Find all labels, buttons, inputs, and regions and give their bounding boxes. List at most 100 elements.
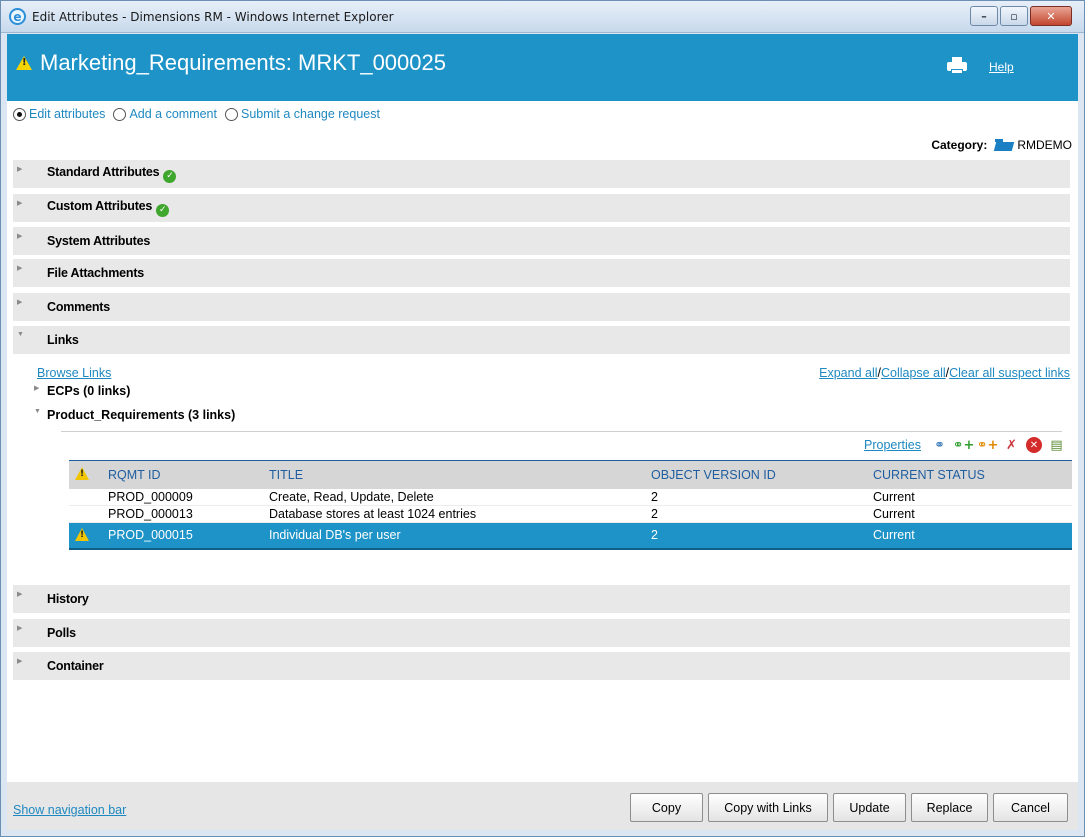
suspect-cell (69, 522, 102, 550)
window-title: Edit Attributes - Dimensions RM - Window… (32, 9, 394, 24)
collapse-all-link[interactable]: Collapse all (881, 366, 946, 380)
links-panel: Browse Links Expand all/Collapse all/Cle… (13, 356, 1072, 581)
radio-label-edit-attributes[interactable]: Edit attributes (29, 107, 105, 121)
section-label: Container (47, 659, 104, 673)
table-row-selected[interactable]: PROD_000015 Individual DB's per user 2 C… (69, 522, 1072, 550)
section-label: Custom Attributes ✓ (47, 199, 170, 217)
folder-icon (995, 139, 1013, 151)
replace-button[interactable]: Replace (911, 793, 988, 822)
remove-link-icon[interactable]: ✗ (1002, 436, 1021, 454)
expand-arrow-icon: ▶ (17, 299, 23, 306)
section-label: System Attributes (47, 234, 151, 248)
status-cell: Current (867, 505, 1072, 523)
suspect-cell (69, 488, 102, 506)
show-navigation-bar-link[interactable]: Show navigation bar (13, 803, 126, 817)
column-header-rqmt-id[interactable]: RQMT ID (102, 460, 263, 489)
maximize-button[interactable]: ▫ (1000, 6, 1028, 26)
section-system-attributes[interactable]: ▶ System Attributes (13, 227, 1070, 257)
section-label: Polls (47, 626, 76, 640)
version-cell: 2 (645, 505, 867, 523)
window-titlebar: e Edit Attributes - Dimensions RM - Wind… (1, 1, 1084, 33)
expand-arrow-icon: ▶ (17, 200, 23, 207)
section-label: File Attachments (47, 266, 145, 280)
link-group-product-requirements[interactable]: ▼ Product_Requirements (3 links) (34, 408, 236, 422)
mode-selector: Edit attributes Add a comment Submit a c… (9, 107, 384, 121)
category-label: Category: (931, 138, 988, 152)
section-comments[interactable]: ▶ Comments (13, 293, 1070, 323)
expand-arrow-icon: ▶ (17, 625, 23, 632)
suspect-cell (69, 505, 102, 523)
copy-with-links-button[interactable]: Copy with Links (708, 793, 828, 822)
expand-arrow-icon: ▶ (17, 265, 23, 272)
page-content: Marketing_Requirements: MRKT_000025 Help… (7, 34, 1078, 830)
properties-link[interactable]: Properties (864, 438, 921, 452)
section-custom-attributes[interactable]: ▶ Custom Attributes ✓ (13, 194, 1070, 224)
footer-buttons: Copy Copy with Links Update Replace Canc… (630, 793, 1068, 822)
table-row[interactable]: PROD_000013 Database stores at least 102… (69, 505, 1072, 523)
expand-arrow-icon: ▶ (17, 591, 23, 598)
links-toolbar: Properties ⚭ ⚭+ ⚭+ ✗ ✕ ▤ (864, 436, 1066, 454)
expand-arrow-icon: ▶ (17, 658, 23, 665)
ie-icon: e (9, 8, 26, 25)
collapse-arrow-icon: ▼ (34, 408, 41, 415)
rqmt-id-cell: PROD_000009 (102, 488, 263, 506)
link-icon[interactable]: ⚭ (930, 436, 949, 454)
page-header: Marketing_Requirements: MRKT_000025 Help (7, 34, 1078, 101)
footer-bar: Show navigation bar Copy Copy with Links… (7, 782, 1078, 830)
column-header-title[interactable]: TITLE (263, 460, 645, 489)
link-group-label: Product_Requirements (3 links) (47, 408, 236, 422)
section-file-attachments[interactable]: ▶ File Attachments (13, 259, 1070, 289)
table-row[interactable]: PROD_000009 Create, Read, Update, Delete… (69, 488, 1072, 506)
suspect-column-header (69, 460, 102, 489)
radio-submit-change-request[interactable] (224, 107, 238, 121)
status-cell: Current (867, 488, 1072, 506)
section-standard-attributes[interactable]: ▶ Standard Attributes ✓ (13, 160, 1070, 190)
notepad-icon[interactable]: ▤ (1047, 436, 1066, 454)
copy-button[interactable]: Copy (630, 793, 703, 822)
section-history[interactable]: ▶ History (13, 585, 1070, 615)
links-table: RQMT ID TITLE OBJECT VERSION ID CURRENT … (69, 460, 1072, 550)
section-container[interactable]: ▶ Container (13, 652, 1070, 682)
add-link-icon[interactable]: ⚭+ (953, 436, 975, 454)
expand-all-link[interactable]: Expand all (819, 366, 877, 380)
expand-arrow-icon: ▶ (17, 233, 23, 240)
check-icon: ✓ (156, 204, 170, 217)
page-title-text: Marketing_Requirements: MRKT_000025 (40, 50, 446, 75)
section-links[interactable]: ▼ Links (13, 326, 1070, 356)
rqmt-id-cell: PROD_000015 (102, 522, 263, 550)
radio-edit-attributes[interactable] (13, 107, 26, 121)
minimize-button[interactable]: – (970, 6, 998, 26)
radio-label-add-comment[interactable]: Add a comment (129, 107, 217, 121)
radio-add-comment[interactable] (113, 107, 127, 121)
column-header-version[interactable]: OBJECT VERSION ID (645, 460, 867, 489)
radio-label-submit-change-request[interactable]: Submit a change request (241, 107, 380, 121)
section-label: Standard Attributes ✓ (47, 165, 177, 183)
printer-icon[interactable] (947, 57, 967, 74)
delete-icon[interactable]: ✕ (1026, 437, 1042, 453)
section-label: Comments (47, 300, 110, 314)
table-header-row: RQMT ID TITLE OBJECT VERSION ID CURRENT … (69, 460, 1072, 489)
link-group-label: ECPs (0 links) (47, 384, 131, 398)
version-cell: 2 (645, 488, 867, 506)
close-window-button[interactable]: ✕ (1030, 6, 1072, 26)
expand-arrow-icon: ▶ (34, 385, 40, 392)
browser-window: e Edit Attributes - Dimensions RM - Wind… (0, 0, 1085, 837)
section-label: Links (47, 333, 79, 347)
warning-icon (75, 467, 89, 481)
clear-suspect-links-link[interactable]: Clear all suspect links (949, 366, 1070, 380)
rqmt-id-cell: PROD_000013 (102, 505, 263, 523)
update-button[interactable]: Update (833, 793, 906, 822)
add-link-alt-icon[interactable]: ⚭+ (977, 436, 999, 454)
help-link[interactable]: Help (989, 60, 1014, 74)
section-label: History (47, 592, 89, 606)
section-polls[interactable]: ▶ Polls (13, 619, 1070, 649)
link-group-ecps[interactable]: ▶ ECPs (0 links) (34, 384, 131, 398)
window-controls: – ▫ ✕ (970, 6, 1072, 26)
browse-links-link[interactable]: Browse Links (37, 366, 111, 380)
cancel-button[interactable]: Cancel (993, 793, 1068, 822)
column-header-status[interactable]: CURRENT STATUS (867, 460, 1072, 489)
category-display: Category: RMDEMO (931, 138, 1072, 152)
title-cell: Database stores at least 1024 entries (263, 505, 645, 523)
divider (61, 431, 1062, 432)
version-cell: 2 (645, 522, 867, 550)
